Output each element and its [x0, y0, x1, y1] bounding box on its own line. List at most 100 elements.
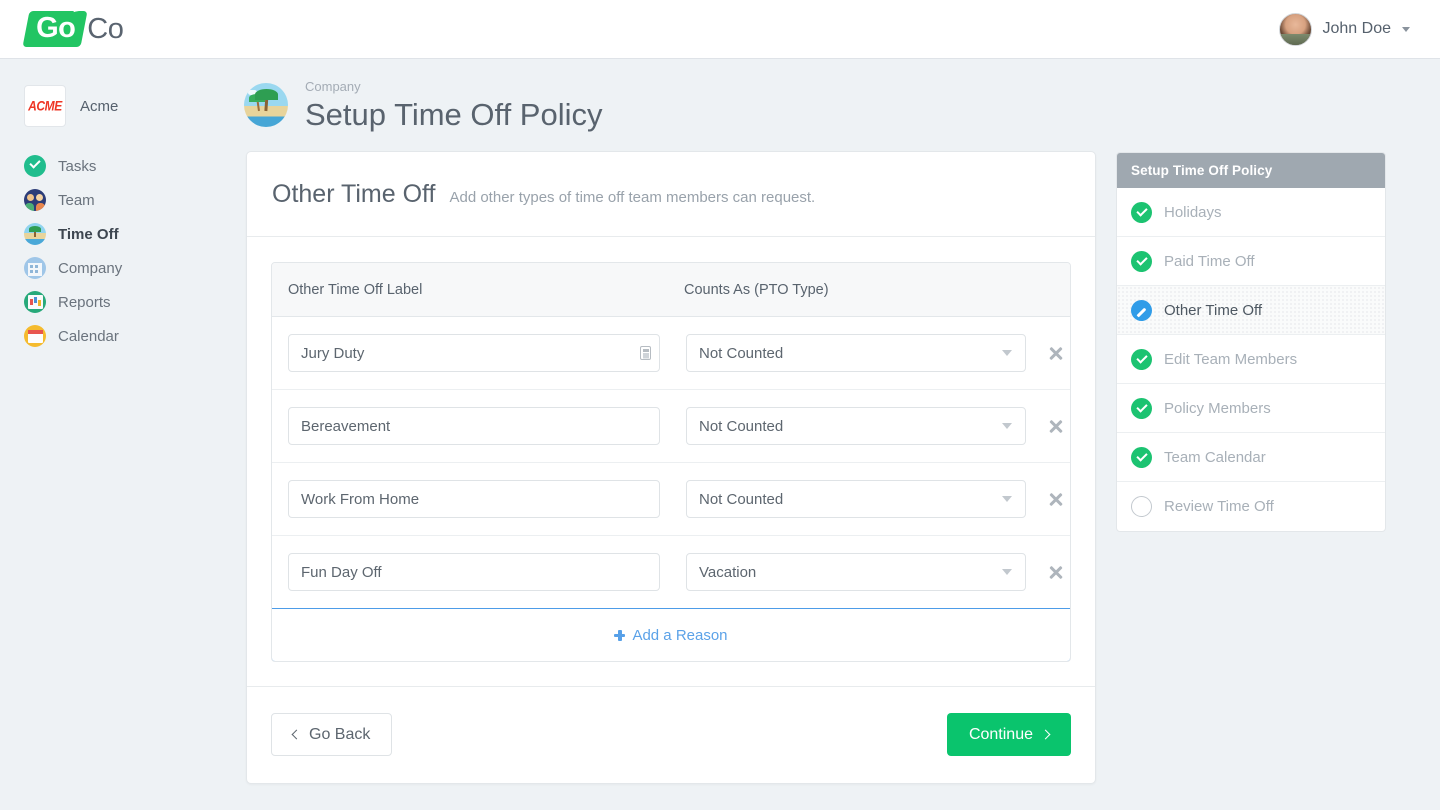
pto-type-select[interactable]: Not Counted: [686, 334, 1026, 372]
card-subtitle: Add other types of time off team members…: [449, 189, 815, 206]
check-circle-icon: [1131, 447, 1152, 468]
page-header: Company Setup Time Off Policy: [244, 78, 603, 133]
table-row: Not Counted: [272, 463, 1070, 536]
step-label: Paid Time Off: [1164, 253, 1255, 270]
table-container: Other Time Off Label Counts As (PTO Type…: [247, 237, 1095, 662]
other-time-off-card: Other Time Off Add other types of time o…: [246, 151, 1096, 784]
logo-accent-mark: [73, 8, 84, 14]
chevron-down-icon: [1002, 350, 1012, 356]
pto-type-value: Not Counted: [699, 345, 783, 362]
sidebar-nav-list: Tasks Team Time Off Company Reports Cale…: [0, 149, 224, 353]
step-label: Holidays: [1164, 204, 1222, 221]
delete-row-button[interactable]: [1047, 417, 1054, 435]
label-input-cell: [288, 334, 660, 372]
plus-icon: [614, 630, 625, 641]
beach-icon: [24, 223, 46, 245]
step-label: Other Time Off: [1164, 302, 1262, 319]
reports-icon: [24, 291, 46, 313]
pto-type-select[interactable]: Not Counted: [686, 407, 1026, 445]
delete-row-button[interactable]: [1047, 490, 1054, 508]
user-menu[interactable]: John Doe: [1279, 13, 1411, 46]
sidebar-item-company[interactable]: Company: [0, 251, 224, 285]
add-reason-button[interactable]: Add a Reason: [271, 608, 1071, 662]
goco-logo[interactable]: Go Co: [26, 11, 123, 47]
breadcrumb: Company: [305, 78, 603, 96]
continue-label: Continue: [969, 726, 1033, 744]
card-footer: Go Back Continue: [247, 686, 1095, 783]
chevron-down-icon: [1002, 569, 1012, 575]
step-label: Team Calendar: [1164, 449, 1266, 466]
sidebar-item-label: Reports: [58, 294, 111, 311]
pto-type-value: Not Counted: [699, 418, 783, 435]
left-sidebar: ACME Acme Tasks Team Time Off Company Re…: [0, 59, 224, 810]
step-label: Review Time Off: [1164, 498, 1274, 515]
input-indicator-icon: [640, 346, 651, 360]
logo-co-text: Co: [87, 15, 123, 44]
label-input-cell: [288, 407, 660, 445]
chevron-down-icon: [1402, 27, 1410, 32]
pto-type-select-cell: Vacation: [686, 553, 1026, 591]
table-row: Vacation: [272, 536, 1070, 609]
table-row: Not Counted: [272, 390, 1070, 463]
step-item-policy-members[interactable]: Policy Members: [1117, 384, 1385, 433]
check-circle-icon: [1131, 398, 1152, 419]
go-back-button[interactable]: Go Back: [271, 713, 392, 756]
card-title: Other Time Off: [272, 180, 435, 209]
column-header-label: Other Time Off Label: [272, 282, 670, 298]
sidebar-item-label: Calendar: [58, 328, 119, 345]
pto-type-value: Vacation: [699, 564, 756, 581]
pto-type-select-cell: Not Counted: [686, 334, 1026, 372]
step-item-holidays[interactable]: Holidays: [1117, 188, 1385, 237]
chevron-right-icon: [1041, 730, 1051, 740]
company-switcher[interactable]: ACME Acme: [24, 85, 224, 127]
step-item-other-time-off[interactable]: Other Time Off: [1117, 286, 1385, 335]
delete-row-button[interactable]: [1047, 563, 1054, 581]
sidebar-item-team[interactable]: Team: [0, 183, 224, 217]
logo-go-text: Go: [36, 14, 75, 43]
user-avatar: [1279, 13, 1312, 46]
time-off-label-input[interactable]: [288, 553, 660, 591]
team-icon: [24, 189, 46, 211]
check-circle-icon: [1131, 349, 1152, 370]
pto-type-select[interactable]: Vacation: [686, 553, 1026, 591]
steps-panel-header: Setup Time Off Policy: [1117, 153, 1385, 188]
goco-logo-icon: Go: [23, 11, 88, 47]
building-icon: [24, 257, 46, 279]
go-back-label: Go Back: [309, 726, 370, 744]
step-item-paid-time-off[interactable]: Paid Time Off: [1117, 237, 1385, 286]
user-name-label: John Doe: [1323, 20, 1392, 38]
chevron-left-icon: [292, 730, 302, 740]
time-off-label-input[interactable]: [288, 334, 660, 372]
continue-button[interactable]: Continue: [947, 713, 1071, 756]
company-name-label: Acme: [80, 98, 118, 115]
other-time-off-table: Other Time Off Label Counts As (PTO Type…: [271, 262, 1071, 662]
pencil-circle-icon: [1131, 300, 1152, 321]
setup-steps-panel: Setup Time Off Policy Holidays Paid Time…: [1116, 152, 1386, 532]
step-item-edit-team-members[interactable]: Edit Team Members: [1117, 335, 1385, 384]
sidebar-item-label: Time Off: [58, 226, 119, 243]
calendar-icon: [24, 325, 46, 347]
sidebar-item-tasks[interactable]: Tasks: [0, 149, 224, 183]
step-label: Edit Team Members: [1164, 351, 1297, 368]
empty-circle-icon: [1131, 496, 1152, 517]
pto-type-select[interactable]: Not Counted: [686, 480, 1026, 518]
pto-type-select-cell: Not Counted: [686, 407, 1026, 445]
step-item-team-calendar[interactable]: Team Calendar: [1117, 433, 1385, 482]
sidebar-item-reports[interactable]: Reports: [0, 285, 224, 319]
sidebar-item-time-off[interactable]: Time Off: [0, 217, 224, 251]
pto-type-value: Not Counted: [699, 491, 783, 508]
pto-type-select-cell: Not Counted: [686, 480, 1026, 518]
check-circle-icon: [1131, 202, 1152, 223]
chevron-down-icon: [1002, 423, 1012, 429]
sidebar-item-calendar[interactable]: Calendar: [0, 319, 224, 353]
sidebar-item-label: Tasks: [58, 158, 96, 175]
table-row: Not Counted: [272, 317, 1070, 390]
acme-logo-icon: ACME: [24, 85, 66, 127]
step-item-review-time-off[interactable]: Review Time Off: [1117, 482, 1385, 531]
time-off-label-input[interactable]: [288, 407, 660, 445]
step-label: Policy Members: [1164, 400, 1271, 417]
check-circle-icon: [1131, 251, 1152, 272]
time-off-label-input[interactable]: [288, 480, 660, 518]
sidebar-item-label: Company: [58, 260, 122, 277]
delete-row-button[interactable]: [1047, 344, 1054, 362]
